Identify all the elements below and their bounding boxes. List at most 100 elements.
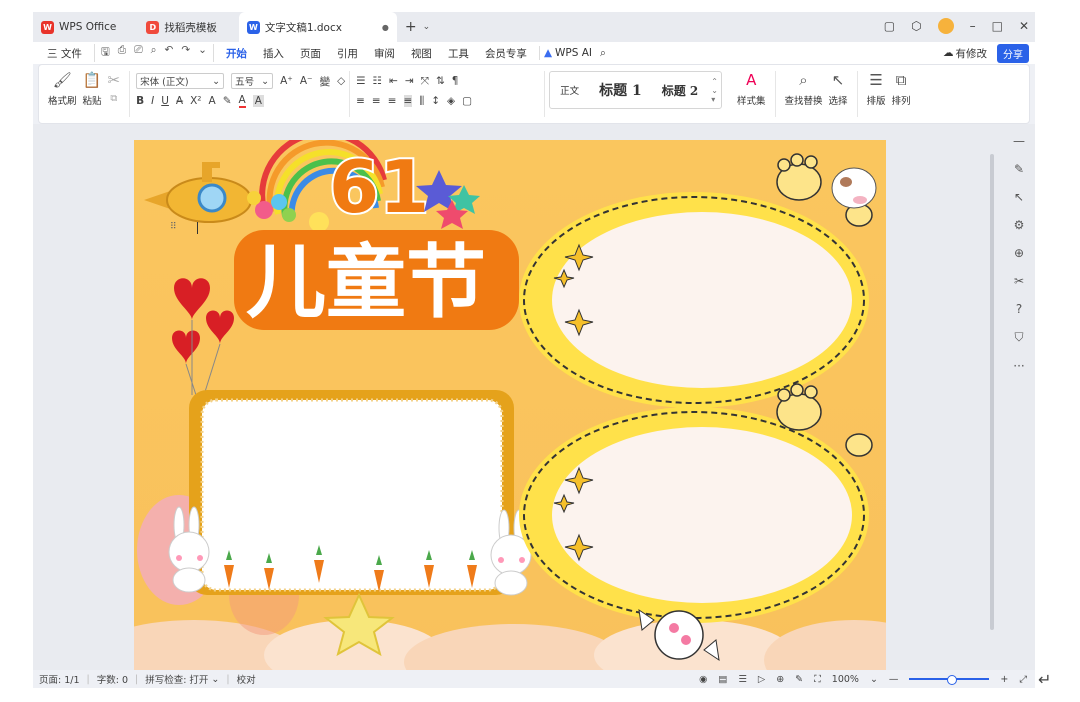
menu-member[interactable]: 会员专享 (477, 46, 535, 61)
outline-view-icon[interactable]: ☰ (738, 674, 747, 685)
tools-icon[interactable]: ✂ (1014, 274, 1024, 288)
style-scroll[interactable]: ⌃ ⌄ ▾ (708, 77, 721, 104)
collapse-icon[interactable]: — (1013, 134, 1025, 148)
decrease-indent-icon[interactable]: ⇤ (389, 75, 398, 87)
new-tab-button[interactable]: + (405, 19, 417, 35)
file-menu[interactable]: 三 文件 (39, 46, 90, 61)
export-icon[interactable]: ⎙ (118, 44, 126, 62)
tab-document[interactable]: W 文字文稿1.docx ● (238, 12, 397, 42)
menu-view[interactable]: 视图 (403, 46, 440, 61)
tab-docer-templates[interactable]: D 找稻壳模板 (138, 12, 225, 42)
pen-icon[interactable]: ✎ (1014, 162, 1024, 176)
zoom-slider[interactable] (909, 675, 990, 685)
minimize-button[interactable]: – (970, 19, 976, 33)
search-icon[interactable]: ⌕ (600, 47, 606, 60)
revise-status[interactable]: 有修改 (956, 46, 988, 61)
style-set-button[interactable]: A 样式集 (737, 71, 766, 107)
show-marks-icon[interactable]: ¶ (452, 75, 459, 87)
scrollbar-thumb[interactable] (990, 154, 994, 630)
eye-icon[interactable]: ◉ (699, 674, 707, 685)
chevron-down-icon[interactable]: ⌄ (198, 44, 207, 62)
cube-icon[interactable]: ⬡ (911, 19, 921, 33)
style-heading2[interactable]: 标题 2 (652, 72, 709, 108)
print-preview-icon[interactable]: ⌕ (151, 44, 157, 62)
spellcheck-toggle[interactable]: 拼写检查: 打开 (145, 672, 208, 686)
print-icon[interactable]: ⎚ (134, 44, 142, 62)
fit-icon[interactable]: ⛶ (814, 674, 821, 685)
align-left-icon[interactable]: ≡ (356, 95, 365, 107)
grow-font-icon[interactable]: A⁺ (280, 75, 293, 87)
font-name-select[interactable]: 宋体 (正文) ⌄ (136, 73, 225, 89)
menu-references[interactable]: 引用 (329, 46, 366, 61)
numbering-icon[interactable]: ☷ (373, 75, 382, 87)
pen-icon[interactable]: ✎ (795, 674, 803, 685)
select-cursor-icon[interactable]: ↖ (1014, 190, 1024, 204)
chevron-down-icon[interactable]: ⌄ (423, 22, 431, 32)
menu-wps-ai[interactable]: WPS AI (552, 47, 600, 59)
increase-indent-icon[interactable]: ⇥ (405, 75, 414, 87)
shirt-icon[interactable]: ⛉ (1014, 330, 1023, 345)
unsaved-dot-icon[interactable]: ● (382, 23, 389, 32)
restore-tabs-icon[interactable]: ▢ (884, 19, 895, 33)
align-right-icon[interactable]: ≡ (388, 95, 397, 107)
menu-insert[interactable]: 插入 (255, 46, 292, 61)
cut-button[interactable]: ✂ ⧉ (108, 71, 121, 104)
shading-icon[interactable]: ◈ (447, 95, 455, 107)
save-icon[interactable]: 🖫 (101, 44, 110, 62)
paragraph-anchor-icon[interactable]: ⠿ (170, 222, 177, 232)
paste-button[interactable]: 📋 粘贴 (83, 71, 102, 107)
char-shading-icon[interactable]: A (252, 95, 264, 107)
close-button[interactable]: ✕ (1019, 19, 1029, 33)
vertical-scrollbar[interactable] (988, 128, 996, 668)
menu-home[interactable]: 开始 (218, 46, 255, 66)
share-button[interactable]: 分享 (997, 43, 1029, 63)
format-painter-button[interactable]: 🖌 格式刷 (48, 71, 77, 107)
clear-format-icon[interactable]: ◇ (337, 75, 345, 87)
zoom-level[interactable]: 100% (832, 674, 859, 685)
menu-review[interactable]: 审阅 (366, 46, 403, 61)
chevron-down-icon[interactable]: ⌄ (211, 674, 219, 685)
copy-icon[interactable]: ⧉ (110, 93, 117, 104)
highlight-icon[interactable]: ✎ (223, 95, 232, 107)
redo-icon[interactable]: ↷ (181, 44, 190, 62)
superscript-icon[interactable]: X² (190, 95, 201, 107)
justify-icon[interactable]: ≡ (403, 95, 413, 107)
style-heading1[interactable]: 标题 1 (589, 72, 652, 108)
more-icon[interactable]: ··· (1013, 359, 1024, 373)
page-view-icon[interactable]: ▤ (718, 674, 727, 685)
layout-button[interactable]: ☰ 排版 (867, 71, 886, 107)
help-icon[interactable]: ? (1016, 302, 1022, 316)
line-spacing-icon[interactable]: ↕ (431, 95, 440, 107)
strikethrough-icon[interactable]: A̶ (176, 95, 183, 107)
adjust-icon[interactable]: ⚙ (1014, 218, 1025, 232)
italic-icon[interactable]: I (151, 95, 154, 107)
page-count[interactable]: 页面: 1/1 (39, 672, 80, 686)
find-replace-button[interactable]: ⌕ 查找替换 (785, 71, 823, 107)
menu-page[interactable]: 页面 (292, 46, 329, 61)
bold-icon[interactable]: B (136, 95, 144, 107)
undo-icon[interactable]: ↶ (165, 44, 174, 62)
select-button[interactable]: ↖ 选择 (829, 71, 848, 107)
menu-tools[interactable]: 工具 (440, 46, 477, 61)
fullscreen-icon[interactable]: ⤢ (1019, 674, 1027, 685)
web-view-icon[interactable]: ⊕ (776, 674, 784, 685)
phonetic-icon[interactable]: 變 (320, 74, 331, 89)
zoom-out-button[interactable]: — (889, 674, 899, 685)
style-normal[interactable]: 正文 (550, 72, 589, 108)
text-direction-icon[interactable]: ⤧ (421, 75, 429, 88)
arrange-button[interactable]: ⧉ 排列 (892, 71, 911, 107)
bullets-icon[interactable]: ☰ (356, 75, 365, 87)
sort-icon[interactable]: ⇅ (436, 75, 445, 87)
chevron-down-icon[interactable]: ⌄ (870, 674, 878, 685)
document-page[interactable]: 61 儿童节 ⠿ (134, 140, 886, 670)
text-effect-icon[interactable]: A (209, 95, 216, 107)
maximize-button[interactable]: □ (992, 19, 1003, 33)
border-icon[interactable]: ▢ (462, 95, 472, 107)
distribute-icon[interactable]: ⫼ (419, 95, 424, 108)
align-center-icon[interactable]: ≡ (372, 95, 381, 107)
tab-wps-office[interactable]: W WPS Office (33, 12, 124, 42)
shrink-font-icon[interactable]: A⁻ (300, 75, 313, 87)
word-count[interactable]: 字数: 0 (97, 672, 128, 686)
font-color-icon[interactable]: A (238, 94, 246, 108)
zoom-in-button[interactable]: + (1000, 674, 1008, 685)
